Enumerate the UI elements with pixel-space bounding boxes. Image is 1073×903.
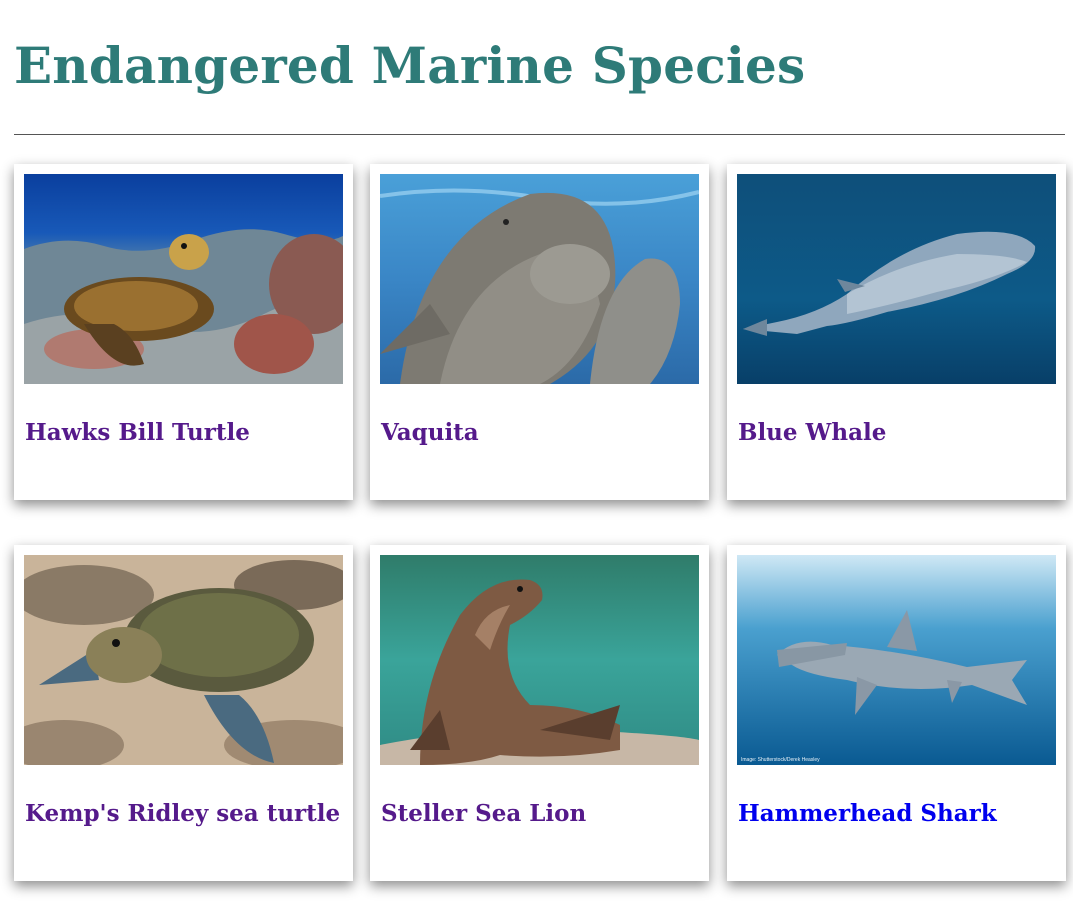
hawksbill-turtle-photo[interactable] [24,174,343,384]
species-link-kemps-ridley-turtle[interactable]: Kemp's Ridley sea turtle [25,799,340,829]
page-title: Endangered Marine Species [14,36,806,95]
species-link-hammerhead-shark[interactable]: Hammerhead Shark [738,799,997,829]
divider [14,134,1065,135]
species-link-vaquita[interactable]: Vaquita [381,418,479,448]
blue-whale-photo[interactable] [737,174,1056,384]
species-card: Blue Whale [727,164,1066,500]
species-card: Vaquita [370,164,709,500]
image-credit: Image: Shutterstock/Derek Heasley [741,757,820,763]
species-link-blue-whale[interactable]: Blue Whale [738,418,886,448]
species-card: Hawks Bill Turtle [14,164,353,500]
species-card: Steller Sea Lion [370,545,709,881]
kemps-ridley-turtle-photo[interactable] [24,555,343,765]
steller-sea-lion-photo[interactable] [380,555,699,765]
vaquita-photo[interactable] [380,174,699,384]
species-card: Image: Shutterstock/Derek Heasley Hammer… [727,545,1066,881]
hammerhead-shark-photo[interactable]: Image: Shutterstock/Derek Heasley [737,555,1056,765]
species-link-steller-sea-lion[interactable]: Steller Sea Lion [381,799,586,829]
species-card: Kemp's Ridley sea turtle [14,545,353,881]
species-link-hawksbill-turtle[interactable]: Hawks Bill Turtle [25,418,250,448]
